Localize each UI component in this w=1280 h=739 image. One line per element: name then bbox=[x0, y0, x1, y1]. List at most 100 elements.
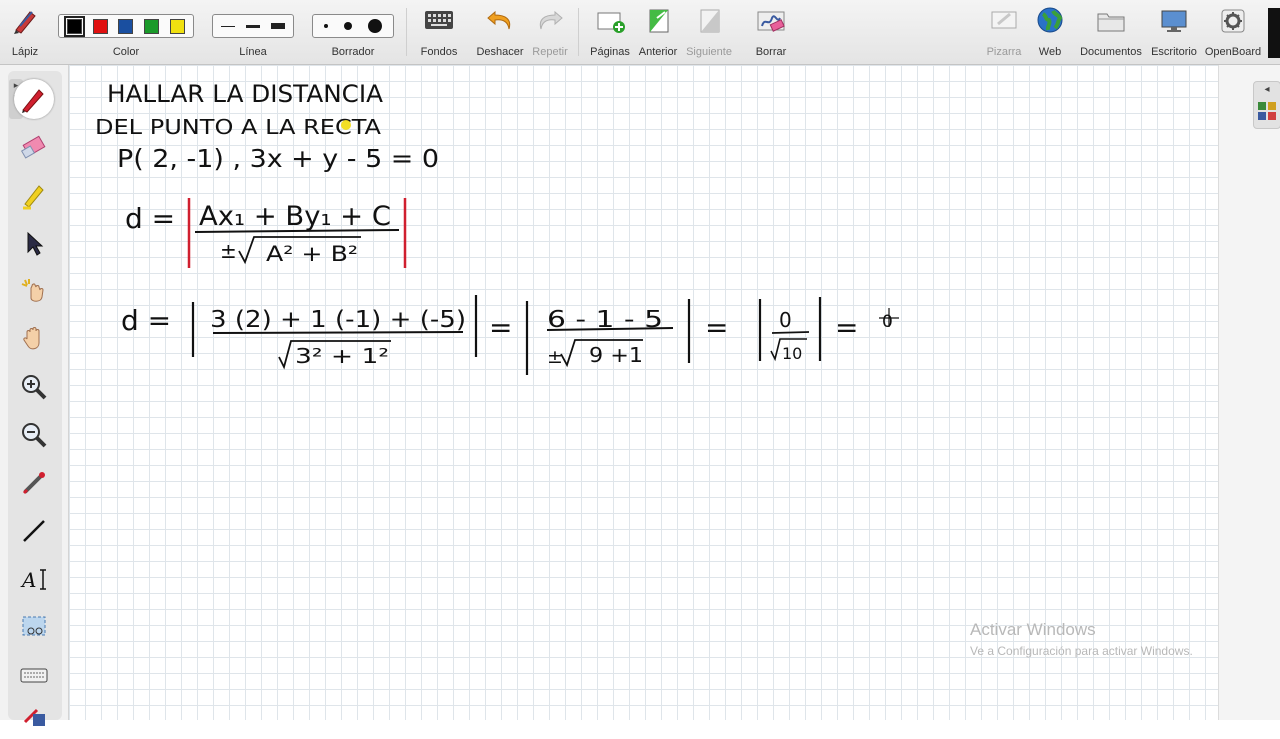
calc-denominator: 3² + 1² bbox=[295, 344, 389, 368]
next-page-button[interactable]: Siguiente bbox=[684, 4, 734, 62]
previous-label: Anterior bbox=[638, 46, 678, 58]
draw-shape-tool[interactable] bbox=[14, 699, 54, 739]
eraser-small-option[interactable] bbox=[324, 24, 328, 28]
keyboard-grid-icon bbox=[425, 11, 453, 29]
hand-pan-icon bbox=[23, 327, 40, 350]
capture-tool[interactable] bbox=[14, 607, 54, 647]
undo-label: Deshacer bbox=[476, 46, 524, 58]
backgrounds-label: Fondos bbox=[420, 46, 458, 58]
pen-tool[interactable] bbox=[14, 79, 54, 119]
step3-denominator: 10 bbox=[782, 344, 802, 363]
documents-button[interactable]: Documentos bbox=[1078, 4, 1144, 62]
title-line-1: HALLAR LA DISTANCIA bbox=[107, 80, 384, 108]
svg-text:A: A bbox=[20, 568, 36, 592]
zoom-out-icon bbox=[22, 423, 47, 448]
next-label: Siguiente bbox=[686, 46, 732, 58]
eraser-size-picker[interactable]: Borrador bbox=[310, 4, 396, 62]
highlighter-tool[interactable] bbox=[14, 175, 54, 215]
documents-label: Documentos bbox=[1080, 46, 1142, 58]
clear-page-button[interactable]: Borrar bbox=[748, 4, 794, 62]
board-icon bbox=[991, 11, 1017, 29]
calc-lhs: d = bbox=[121, 304, 171, 337]
formula-denominator-sign: ± bbox=[220, 239, 237, 263]
formula-lhs: d = bbox=[125, 202, 175, 235]
cursor-highlight bbox=[341, 120, 351, 130]
title-line-2: DEL PUNTO A LA RECTA bbox=[95, 115, 381, 139]
desktop-button[interactable]: Escritorio bbox=[1148, 4, 1200, 62]
expand-arrow-icon: ◂ bbox=[1264, 84, 1270, 95]
laser-pointer-icon bbox=[22, 472, 45, 495]
calc-fraction-line bbox=[212, 331, 464, 334]
settings-gear-icon bbox=[1221, 9, 1245, 33]
openboard-menu-button[interactable]: OpenBoard bbox=[1202, 4, 1264, 62]
equals-sign-2: = bbox=[705, 311, 728, 344]
line-thin-option[interactable] bbox=[221, 25, 236, 27]
problem-statement: P( 2, -1) , 3x + y - 5 = 0 bbox=[117, 144, 439, 173]
board-label: Pizarra bbox=[986, 46, 1022, 58]
redo-button[interactable]: Repetir bbox=[528, 4, 572, 62]
pen-tool-icon bbox=[22, 89, 44, 113]
window-edge bbox=[1268, 8, 1280, 58]
pen-button[interactable]: Lápiz bbox=[4, 4, 46, 62]
undo-button[interactable]: Deshacer bbox=[474, 4, 526, 62]
next-page-icon bbox=[700, 9, 720, 33]
highlighter-tool-icon bbox=[23, 185, 44, 210]
undo-icon bbox=[487, 10, 511, 30]
board-mode-button[interactable]: Pizarra bbox=[984, 4, 1024, 62]
color-swatch-red[interactable] bbox=[92, 18, 108, 34]
library-icon bbox=[1258, 102, 1276, 120]
zoom-out-tool[interactable] bbox=[14, 415, 54, 455]
pages-label: Páginas bbox=[590, 46, 630, 58]
formula-denominator: A² + B² bbox=[266, 242, 358, 266]
line-tool-icon bbox=[23, 520, 45, 542]
openboard-label: OpenBoard bbox=[1204, 46, 1262, 58]
eraser-medium-option[interactable] bbox=[344, 22, 352, 30]
monitor-icon bbox=[1161, 10, 1187, 32]
line-tool[interactable] bbox=[14, 511, 54, 551]
right-side-panel: ◂ bbox=[1218, 65, 1280, 720]
eraser-tool-icon bbox=[20, 135, 46, 159]
color-swatch-yellow[interactable] bbox=[169, 18, 185, 34]
line-width-options bbox=[212, 14, 294, 38]
eraser-large-option[interactable] bbox=[368, 19, 382, 33]
globe-icon bbox=[1037, 7, 1063, 33]
formula-numerator: Ax₁ + By₁ + C bbox=[199, 201, 391, 232]
interact-tool[interactable] bbox=[14, 271, 54, 311]
pages-button[interactable]: Páginas bbox=[586, 4, 634, 62]
selector-tool[interactable] bbox=[14, 223, 54, 263]
previous-page-button[interactable]: Anterior bbox=[636, 4, 680, 62]
line-thick-option[interactable] bbox=[270, 23, 285, 29]
zoom-in-tool[interactable] bbox=[14, 367, 54, 407]
line-medium-option[interactable] bbox=[245, 24, 260, 28]
text-tool[interactable]: A bbox=[14, 559, 54, 599]
backgrounds-button[interactable]: Fondos bbox=[414, 4, 464, 62]
watermark-subtitle: Ve a Configuración para activar Windows. bbox=[970, 644, 1193, 658]
windows-activation-watermark: Activar Windows Ve a Configuración para … bbox=[970, 620, 1193, 658]
line-width-picker[interactable]: Línea bbox=[210, 4, 296, 62]
top-toolbar: Lápiz Color Línea Borrador Fondos Deshac… bbox=[0, 0, 1280, 65]
laser-pointer-tool[interactable] bbox=[14, 463, 54, 503]
color-swatch-green[interactable] bbox=[144, 18, 160, 34]
step3-fraction-line bbox=[771, 331, 810, 334]
eraser-tool[interactable] bbox=[14, 127, 54, 167]
step3-numerator: 0 bbox=[779, 308, 792, 332]
pen-icon bbox=[14, 11, 36, 34]
library-panel-toggle[interactable]: ◂ bbox=[1253, 81, 1280, 129]
step2-denominator: 9 +1 bbox=[589, 343, 643, 367]
equals-sign-1: = bbox=[489, 311, 512, 344]
color-swatch-blue[interactable] bbox=[118, 18, 134, 34]
folder-icon bbox=[1097, 13, 1125, 32]
virtual-keyboard-tool[interactable] bbox=[14, 655, 54, 695]
left-tool-palette: ▸▾ bbox=[0, 65, 69, 726]
interact-hand-icon bbox=[21, 279, 44, 302]
redo-label: Repetir bbox=[532, 46, 568, 58]
calc-numerator: 3 (2) + 1 (-1) + (-5) bbox=[210, 307, 466, 333]
hand-pan-tool[interactable] bbox=[14, 319, 54, 359]
desktop-label: Escritorio bbox=[1151, 46, 1197, 58]
toolbar-divider bbox=[578, 8, 579, 56]
partial-result: 0 bbox=[882, 312, 893, 332]
web-button[interactable]: Web bbox=[1030, 4, 1070, 62]
color-swatch-black[interactable] bbox=[64, 15, 86, 37]
color-picker[interactable]: Color bbox=[56, 4, 196, 62]
toolbar-divider bbox=[406, 8, 407, 56]
